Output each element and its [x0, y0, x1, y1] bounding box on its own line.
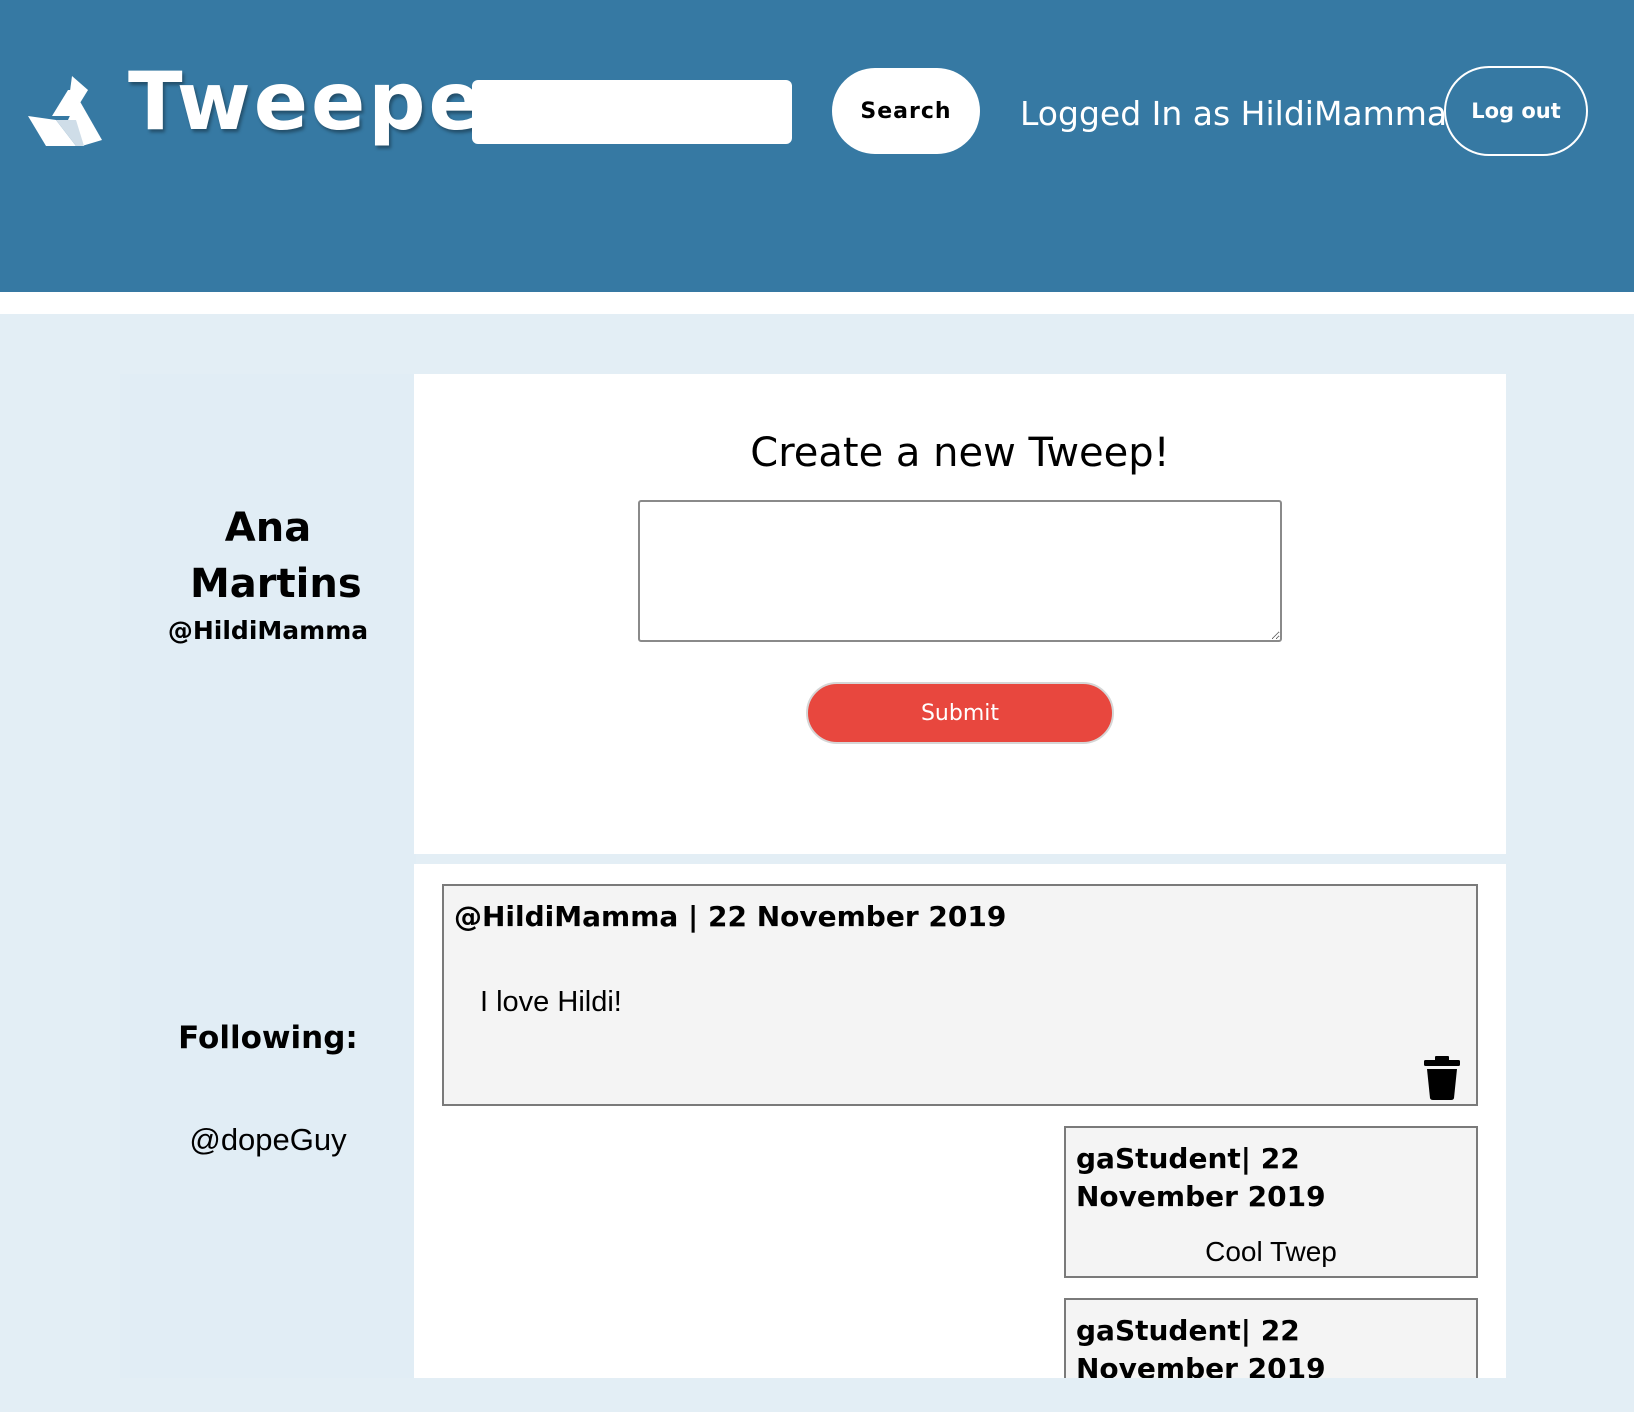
tweep-feed: @HildiMamma | 22 November 2019 I love Hi… — [414, 864, 1506, 1378]
compose-card: Create a new Tweep! Submit — [414, 374, 1506, 854]
tweep-meta: gaStudent| 22 November 2019 — [1076, 1142, 1326, 1213]
brand-title[interactable]: Tweeper — [128, 62, 528, 142]
tweep-meta: @HildiMamma | 22 November 2019 — [454, 900, 1007, 933]
tweep-card: gaStudent| 22 November 2019 Cool Twep — [1064, 1126, 1478, 1278]
search-button[interactable]: Search — [832, 68, 980, 154]
tweep-body: Cool Twep — [1205, 1236, 1337, 1267]
trash-icon[interactable] — [1422, 1056, 1462, 1100]
logged-in-status: Logged In as HildiMamma — [1020, 94, 1448, 133]
profile-name: Ana Martins — [190, 505, 362, 607]
profile-sidebar: Ana Martins @HildiMamma Following: @dope… — [120, 374, 416, 1378]
tweep-card: gaStudent| 22 November 2019 — [1064, 1298, 1478, 1378]
following-heading: Following: — [178, 1020, 358, 1056]
logout-button[interactable]: Log out — [1444, 66, 1588, 156]
origami-bird-icon — [28, 76, 102, 146]
compose-title: Create a new Tweep! — [750, 430, 1170, 476]
search-input[interactable] — [472, 80, 792, 144]
tweep-body: I love Hildi! — [480, 986, 622, 1018]
submit-button[interactable]: Submit — [806, 682, 1114, 744]
tweep-meta: gaStudent| 22 November 2019 — [1076, 1314, 1326, 1378]
tweep-card: @HildiMamma | 22 November 2019 I love Hi… — [442, 884, 1478, 1106]
profile-handle: @HildiMamma — [167, 616, 369, 645]
tweep-textarea[interactable] — [638, 500, 1282, 642]
following-user-link[interactable]: @dopeGuy — [120, 1122, 416, 1158]
header-bar: Tweeper Search Logged In as HildiMamma L… — [0, 0, 1634, 292]
